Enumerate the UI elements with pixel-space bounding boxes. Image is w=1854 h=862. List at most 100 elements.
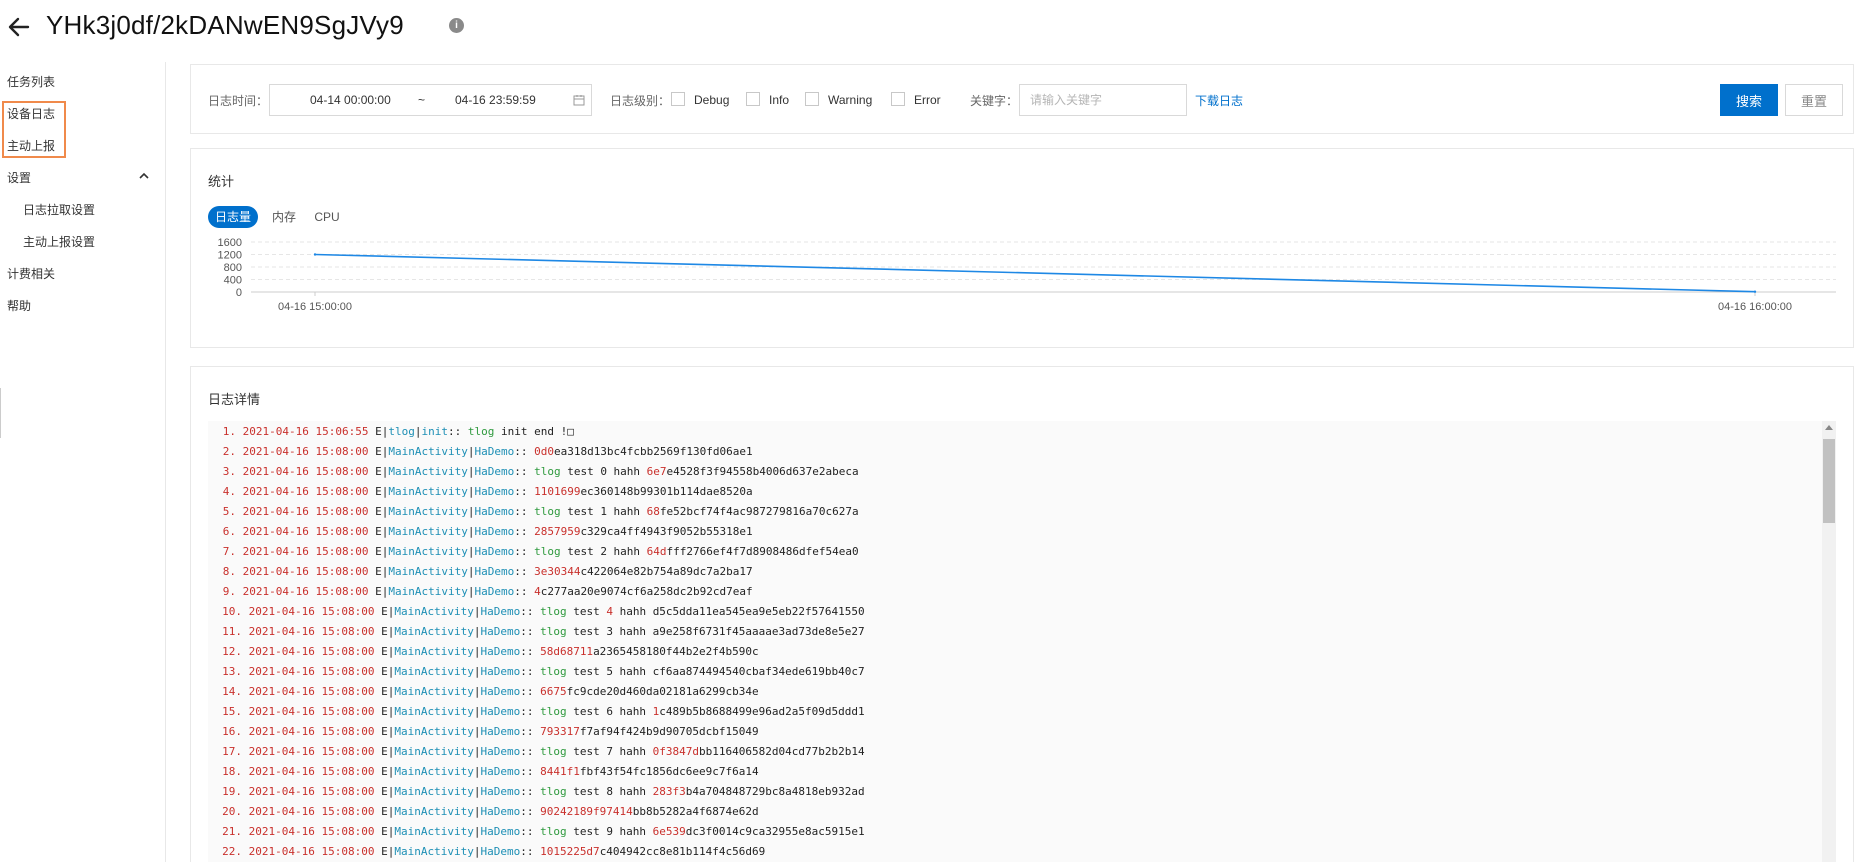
- log-tag: MainActivity: [394, 745, 474, 758]
- log-module: HaDemo: [480, 805, 521, 818]
- log-timestamp: 2021-04-16 15:08:00: [248, 725, 375, 738]
- log-hash-prefix: 1015225d7: [540, 845, 600, 858]
- sidebar-item-settings[interactable]: 设置: [7, 169, 31, 186]
- log-hash-rest: bb8b5282a4f6874e62d: [632, 805, 759, 818]
- level-error-label: Error: [914, 93, 941, 107]
- log-line-number: 13.: [222, 665, 242, 678]
- log-message: test 3 hahh a9e258f6731f45aaaae3ad73de8e…: [566, 625, 865, 638]
- log-hash-rest: c422064e82b754a89dc7a2ba17: [580, 565, 753, 578]
- sidebar-item-log-pull-settings[interactable]: 日志拉取设置: [23, 201, 95, 218]
- log-hash-rest: dc3f0014c9ca32955e8ac5915e1: [685, 825, 865, 838]
- log-line: 3. 2021-04-16 15:08:00 E|MainActivity|Ha…: [208, 462, 1836, 482]
- log-timestamp: 2021-04-16 15:08:00: [242, 505, 369, 518]
- log-keyword: tlog: [540, 825, 567, 838]
- sidebar-item-task-list[interactable]: 任务列表: [7, 73, 55, 90]
- level-debug-checkbox[interactable]: [671, 92, 685, 106]
- log-line: 12. 2021-04-16 15:08:00 E|MainActivity|H…: [208, 642, 1836, 662]
- log-timestamp: 2021-04-16 15:08:00: [248, 845, 375, 858]
- log-hash-rest: b4a704848729bc8a4818eb932ad: [685, 785, 865, 798]
- search-button[interactable]: 搜索: [1720, 84, 1778, 116]
- log-module: init: [421, 425, 448, 438]
- log-module: HaDemo: [480, 705, 521, 718]
- log-hash-rest: hahh d5c5dda11ea545ea9e5eb22f57641550: [612, 605, 865, 618]
- log-message: test 8 hahh: [566, 785, 653, 798]
- log-line-number: 5.: [222, 505, 236, 518]
- log-keyword: tlog: [534, 465, 561, 478]
- log-hash-rest: f7af94f424b9d90705dcbf15049: [579, 725, 759, 738]
- log-volume-line: [314, 253, 1756, 293]
- info-icon[interactable]: i: [449, 18, 464, 33]
- log-scrollbar[interactable]: [1822, 421, 1836, 862]
- log-module: HaDemo: [474, 505, 515, 518]
- tab-cpu[interactable]: CPU: [310, 206, 344, 228]
- back-arrow-icon[interactable]: [6, 14, 32, 40]
- log-message: test 1 hahh: [560, 505, 647, 518]
- chevron-up-icon[interactable]: [138, 170, 150, 182]
- date-start: 04-14 00:00:00: [310, 93, 391, 107]
- log-hash-prefix: 0d0: [534, 445, 554, 458]
- level-info-checkbox[interactable]: [746, 92, 760, 106]
- sidebar-item-help[interactable]: 帮助: [7, 297, 31, 314]
- log-line-number: 19.: [222, 785, 242, 798]
- log-module: HaDemo: [474, 565, 515, 578]
- log-hash-rest: c489b5b8688499e96ad2a5f09d5ddd1: [659, 705, 865, 718]
- log-hash-prefix: 283f3: [652, 785, 686, 798]
- log-tag: tlog: [388, 425, 415, 438]
- log-module: HaDemo: [474, 465, 515, 478]
- calendar-icon: [573, 95, 585, 106]
- page-header: YHk3j0df/2kDANwEN9SgJVy9 i: [0, 0, 1854, 56]
- log-module: HaDemo: [480, 665, 521, 678]
- log-tag: MainActivity: [388, 445, 468, 458]
- log-timestamp: 2021-04-16 15:08:00: [248, 665, 375, 678]
- log-tag: MainActivity: [394, 665, 474, 678]
- level-warning-checkbox[interactable]: [805, 92, 819, 106]
- log-line: 18. 2021-04-16 15:08:00 E|MainActivity|H…: [208, 762, 1836, 782]
- log-tag: MainActivity: [388, 505, 468, 518]
- log-hash-rest: a2365458180f44b2e2f4b590c: [593, 645, 759, 658]
- scroll-up-icon[interactable]: [1825, 425, 1833, 430]
- log-hash-prefix: 64d: [646, 545, 667, 558]
- keyword-input[interactable]: [1019, 84, 1187, 116]
- log-line: 20. 2021-04-16 15:08:00 E|MainActivity|H…: [208, 802, 1836, 822]
- log-line-number: 7.: [222, 545, 236, 558]
- sidebar-item-active-report-settings[interactable]: 主动上报设置: [23, 233, 95, 250]
- level-info-label: Info: [769, 93, 790, 107]
- log-message: test 2 hahh: [560, 545, 647, 558]
- log-hash-prefix: 90242189f97414: [540, 805, 633, 818]
- download-log-link[interactable]: 下载日志: [1195, 92, 1243, 109]
- log-line: 8. 2021-04-16 15:08:00 E|MainActivity|Ha…: [208, 562, 1836, 582]
- tab-log-volume[interactable]: 日志量: [208, 206, 258, 228]
- log-message: test 0 hahh: [560, 465, 647, 478]
- page-title: YHk3j0df/2kDANwEN9SgJVy9: [46, 10, 404, 40]
- level-warning-label: Warning: [828, 93, 873, 107]
- scrollbar-thumb[interactable]: [1823, 439, 1835, 523]
- log-viewer[interactable]: 1. 2021-04-16 15:06:55 E|tlog|init:: tlo…: [208, 421, 1836, 862]
- level-debug-label: Debug: [694, 93, 730, 107]
- log-timestamp: 2021-04-16 15:08:00: [248, 705, 375, 718]
- log-module: HaDemo: [480, 685, 521, 698]
- log-hash-rest: fff2766ef4f7d8908486dfef54ea0: [666, 545, 859, 558]
- sidebar-item-billing[interactable]: 计费相关: [7, 265, 55, 282]
- log-line-number: 22.: [222, 845, 242, 858]
- level-error-checkbox[interactable]: [891, 92, 905, 106]
- log-timestamp: 2021-04-16 15:08:00: [242, 525, 369, 538]
- log-tag: MainActivity: [394, 805, 474, 818]
- log-line-number: 21.: [222, 825, 242, 838]
- log-hash-prefix: 6e7: [646, 465, 667, 478]
- tab-memory[interactable]: 内存: [266, 206, 302, 228]
- log-module: HaDemo: [480, 645, 521, 658]
- log-tag: MainActivity: [394, 825, 474, 838]
- log-time-label: 日志时间：: [208, 94, 269, 108]
- log-timestamp: 2021-04-16 15:08:00: [248, 765, 375, 778]
- log-message: init end !: [494, 425, 568, 438]
- log-hash-prefix: 1101699: [534, 485, 581, 498]
- date-range-picker[interactable]: 04-14 00:00:00 ~ 04-16 23:59:59: [269, 84, 592, 116]
- log-module: HaDemo: [480, 605, 521, 618]
- log-keyword: tlog: [540, 785, 567, 798]
- log-tag: MainActivity: [388, 545, 468, 558]
- log-detail-title: 日志详情: [208, 392, 261, 407]
- log-module: HaDemo: [480, 785, 521, 798]
- reset-button[interactable]: 重置: [1785, 84, 1843, 116]
- log-line-number: 3.: [222, 465, 236, 478]
- log-line: 5. 2021-04-16 15:08:00 E|MainActivity|Ha…: [208, 502, 1836, 522]
